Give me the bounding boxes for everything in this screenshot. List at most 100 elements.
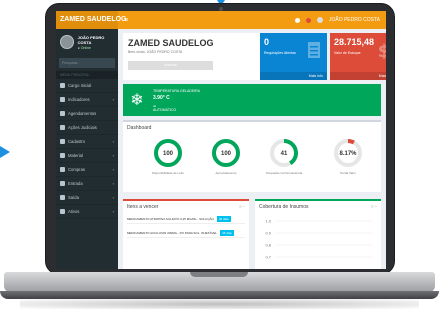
sidebar-item-label: Saída	[68, 195, 79, 200]
gauge-ring: 41	[270, 139, 298, 167]
download-icon	[60, 181, 65, 186]
laptop-screen: ZAMED SAUDELOG ≡ JOÃO PEDRO COSTA JOÃO P…	[56, 11, 386, 269]
sidebar-item-material[interactable]: Material ‹	[56, 149, 118, 163]
calendar-icon	[60, 111, 65, 116]
gauge: 41 Ocupação na Permanência	[259, 137, 309, 175]
top-bar: ZAMED SAUDELOG ≡ JOÃO PEDRO COSTA	[56, 11, 386, 29]
gauge: 8.17% Perda Valor	[323, 137, 373, 175]
sidebar-item-label: Material	[68, 153, 83, 158]
gauge-value: 100	[163, 151, 174, 157]
temperature-box: ❄ TEMPERATURA GELADEIRA 3.90° C ok AUTOM…	[123, 84, 381, 116]
file-icon	[60, 139, 65, 144]
coverage-chart: 1.0 0.9 0.8 0.7	[265, 219, 373, 260]
sidebar-item-label: Entrada	[68, 181, 83, 186]
content-area: ❄ TEMPERATURA GELADEIRA 3.90° C ok AUTOM…	[118, 29, 386, 269]
chevron-left-icon: ‹	[112, 195, 114, 200]
gauge: 100 Aproveitamento	[201, 137, 251, 175]
box-icon	[60, 153, 65, 158]
gauge-label: Ocupação na Permanência	[265, 171, 303, 175]
sidebar-item-saida[interactable]: Saída ‹	[56, 191, 118, 205]
sidebar-toggle-icon[interactable]: ≡	[124, 17, 128, 24]
item-text: MEDICAMENTO ATROPINA SULFATO 0,25 MG/ML …	[127, 217, 214, 221]
sidebar-item-cadastro[interactable]: Cadastro ‹	[56, 135, 118, 149]
home-icon	[60, 83, 65, 88]
coverage-panel: Cobertura de Insumos ≡ − 1.0 0.9 0.8 0.7	[255, 199, 381, 269]
panel-tools-icon[interactable]: ≡ −	[371, 204, 377, 209]
user-menu-name[interactable]: JOÃO PEDRO COSTA	[329, 17, 380, 23]
user-panel: JOÃO PEDRO COSTA ● Online	[56, 29, 118, 55]
laptop-base-front	[0, 291, 439, 299]
sidebar-item-label: Ações Judiciais	[68, 125, 97, 130]
dollar-icon	[60, 167, 65, 172]
sidebar-item-cargo-inicial[interactable]: Cargo Inicial	[56, 79, 118, 93]
status-badge: 30 dias	[216, 216, 231, 222]
user-status: ● Online	[77, 45, 91, 50]
expiring-items-panel: Itens a vencer ≡ − MEDICAMENTO ATROPINA …	[123, 199, 249, 269]
stage: ZAMED SAUDELOG ≡ JOÃO PEDRO COSTA JOÃO P…	[0, 0, 439, 324]
sidebar-item-label: Compras	[68, 167, 85, 172]
user-avatar-small[interactable]	[316, 17, 323, 23]
temperature-value: 3.90° C	[153, 95, 170, 101]
dashboard-title: Dashboard	[127, 125, 152, 131]
list-item[interactable]: MEDICAMENTO ATROPINA SULFATO 0,25 MG/ML …	[127, 215, 245, 224]
sidebar-item-label: Cargo Inicial	[68, 83, 92, 88]
pointer-arrow-left	[0, 146, 10, 158]
nav-section-header: MENU PRINCIPAL	[56, 71, 118, 79]
sidebar-item-acoes-judiciais[interactable]: Ações Judiciais	[56, 121, 118, 135]
sidebar-item-label: Ativos	[68, 209, 80, 214]
user-name: JOÃO PEDRO COSTA	[77, 34, 105, 45]
laptop-lid: ZAMED SAUDELOG ≡ JOÃO PEDRO COSTA JOÃO P…	[45, 3, 395, 275]
sidebar-search-input[interactable]: Pesquisar...	[59, 58, 115, 68]
dashboard-panel: Dashboard 100 Disponibilidade de Leito 100…	[123, 120, 381, 192]
chevron-left-icon: ‹	[112, 97, 114, 102]
notification-icon[interactable]	[294, 17, 300, 23]
gauge: 100 Disponibilidade de Leito	[143, 137, 193, 175]
panel-tools-icon[interactable]: ≡ −	[239, 204, 245, 209]
top-bar-right: JOÃO PEDRO COSTA	[294, 17, 386, 23]
chevron-left-icon: ‹	[112, 209, 114, 214]
laptop-shadow	[20, 299, 419, 309]
sidebar-item-label: Indicadores	[68, 97, 90, 102]
sidebar-item-entrada[interactable]: Entrada ‹	[56, 177, 118, 191]
y-tick-label: 1.0	[265, 219, 271, 224]
sidebar-item-label: Cadastro	[68, 139, 85, 144]
cube-icon	[60, 209, 65, 214]
gauge-label: Aproveitamento	[215, 171, 237, 175]
gauge-label: Perda Valor	[340, 171, 356, 175]
chevron-left-icon: ‹	[112, 153, 114, 158]
alert-icon[interactable]	[305, 17, 311, 23]
item-text: MEDICAMENTO ACICLOVIR 200MG - PO PARA SO…	[127, 231, 218, 235]
avatar	[60, 35, 74, 49]
sidebar-item-ativos[interactable]: Ativos ‹	[56, 205, 118, 219]
temperature-status: AUTOMÁTICO	[153, 108, 177, 112]
laptop-notch	[190, 272, 248, 277]
sidebar-item-indicadores[interactable]: Indicadores ‹	[56, 93, 118, 107]
gauge-value: 8.17%	[339, 151, 357, 157]
snowflake-icon: ❄	[130, 92, 144, 109]
sidebar-item-label: Agendamentos	[68, 111, 97, 116]
y-tick-label: 0.8	[265, 243, 271, 248]
y-tick-label: 0.9	[265, 231, 271, 236]
sidebar: JOÃO PEDRO COSTA ● Online Pesquisar... M…	[56, 29, 118, 269]
gauge-ring: 8.17%	[334, 139, 362, 167]
gauge-label: Disponibilidade de Leito	[152, 171, 184, 175]
gavel-icon	[60, 125, 65, 130]
gauge-value: 41	[281, 151, 288, 157]
chevron-left-icon: ‹	[112, 139, 114, 144]
sidebar-item-compras[interactable]: Compras ‹	[56, 163, 118, 177]
gauge-value: 100	[221, 151, 232, 157]
upload-icon	[60, 195, 65, 200]
list-item[interactable]: MEDICAMENTO ACICLOVIR 200MG - PO PARA SO…	[127, 229, 245, 238]
status-badge: 45 dias	[220, 230, 234, 236]
gauge-ring: 100	[212, 139, 240, 167]
panel-title: Cobertura de Insumos	[259, 204, 309, 210]
sidebar-item-agendamentos[interactable]: Agendamentos	[56, 107, 118, 121]
chevron-left-icon: ‹	[112, 181, 114, 186]
y-tick-label: 0.7	[265, 255, 271, 260]
chevron-left-icon: ‹	[112, 167, 114, 172]
temperature-title: TEMPERATURA GELADEIRA	[153, 89, 201, 93]
panel-title: Itens a vencer	[127, 204, 159, 210]
chart-icon	[60, 97, 65, 102]
brand-logo[interactable]: ZAMED SAUDELOG	[56, 11, 127, 29]
gauge-ring: 100	[154, 139, 182, 167]
